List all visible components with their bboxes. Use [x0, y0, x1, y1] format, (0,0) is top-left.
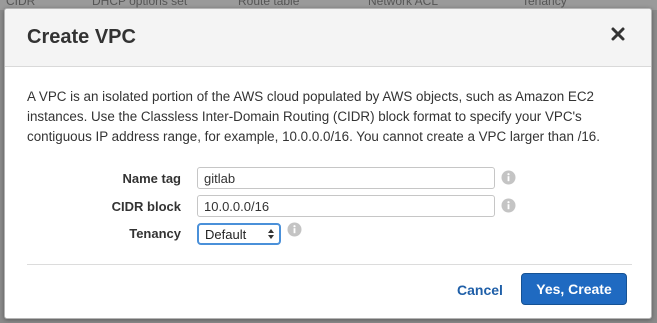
dialog-title: Create VPC	[27, 26, 136, 48]
background-tab: Tenancy	[522, 0, 567, 8]
info-icon[interactable]	[287, 222, 302, 237]
name-tag-input[interactable]	[197, 167, 495, 189]
create-vpc-dialog: Create VPC A VPC is an isolated portion …	[4, 8, 652, 319]
tenancy-row: Tenancy Default	[5, 222, 651, 246]
info-icon[interactable]	[501, 198, 516, 213]
dialog-header: Create VPC	[5, 9, 651, 67]
background-tab: DHCP options set	[92, 0, 188, 8]
tenancy-select[interactable]: Default	[197, 223, 281, 245]
cidr-block-input[interactable]	[197, 195, 495, 217]
name-tag-row: Name tag	[5, 167, 651, 191]
select-arrows-icon	[268, 229, 274, 239]
info-icon[interactable]	[501, 170, 516, 185]
close-icon[interactable]	[609, 25, 627, 43]
cidr-block-row: CIDR block	[5, 195, 651, 219]
dialog-description: A VPC is an isolated portion of the AWS …	[27, 89, 600, 144]
yes-create-button[interactable]: Yes, Create	[521, 273, 627, 305]
name-tag-label: Name tag	[122, 171, 181, 186]
footer-divider	[27, 264, 632, 265]
background-tab: Network ACL	[368, 0, 439, 8]
cancel-button[interactable]: Cancel	[457, 282, 503, 298]
background-tab: Route table	[238, 0, 300, 8]
cidr-block-label: CIDR block	[111, 199, 181, 214]
tenancy-selected-value: Default	[205, 227, 247, 242]
background-tab: CIDR	[6, 0, 36, 8]
tenancy-label: Tenancy	[129, 226, 181, 241]
